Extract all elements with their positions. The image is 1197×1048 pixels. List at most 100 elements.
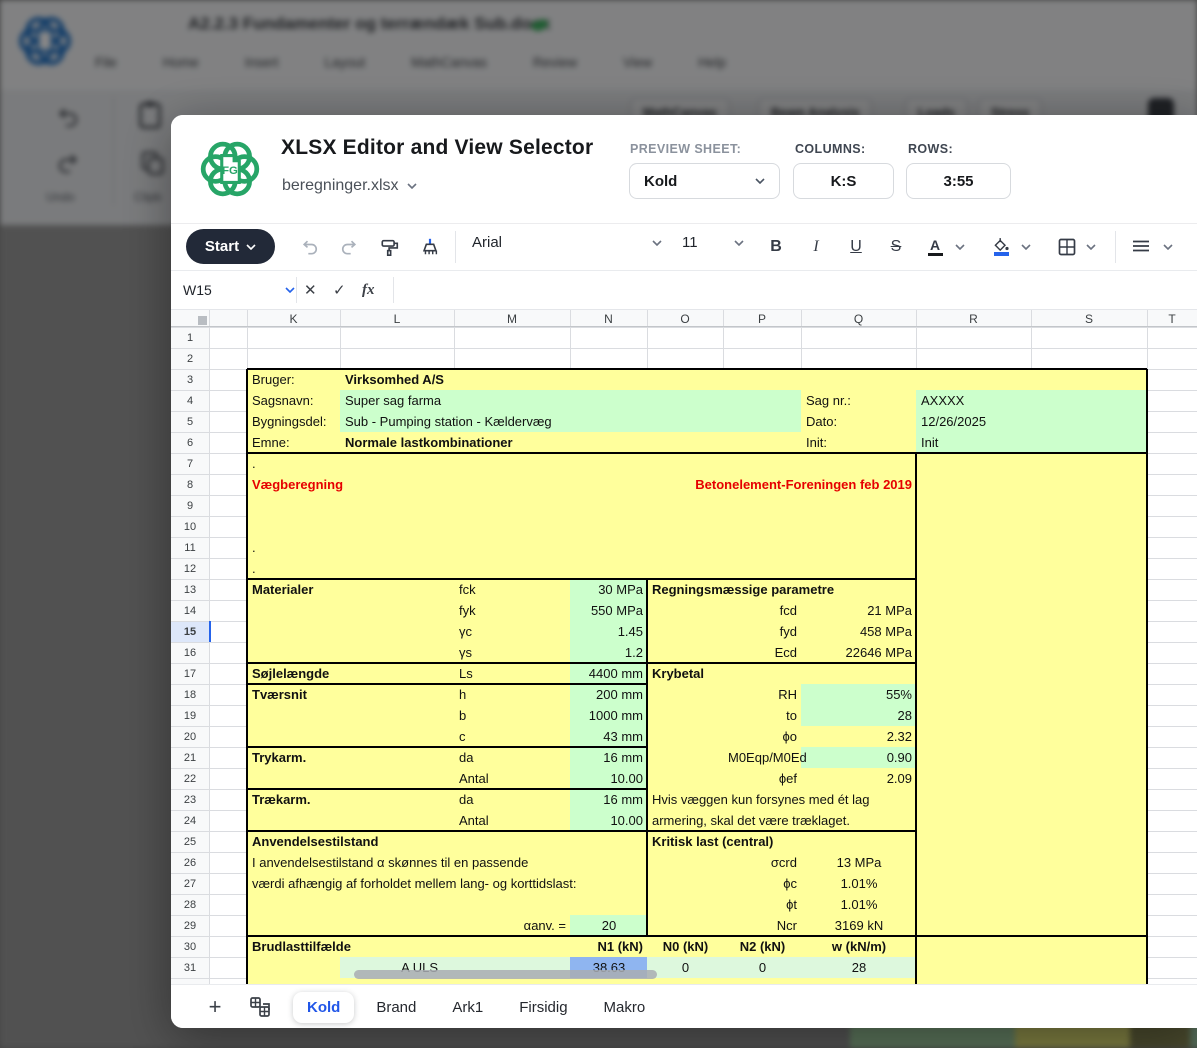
sheet-tabs: Kold Brand Ark1 Firsidig Makro [293,992,659,1023]
gridline-h [171,348,1197,349]
horizontal-scrollbar[interactable] [354,970,657,979]
section-border-h [247,746,647,748]
columns-input[interactable]: K:S [793,163,894,199]
row-header-29[interactable]: 29 [171,915,209,936]
sheet-tab-ark1[interactable]: Ark1 [438,992,497,1023]
row-header-9[interactable]: 9 [171,495,209,516]
sheet-tab-makro[interactable]: Makro [590,992,660,1023]
row-header-6[interactable]: 6 [171,432,209,453]
row-header-1[interactable]: 1 [171,327,209,348]
row-header-31[interactable]: 31 [171,957,209,978]
font-size-value: 11 [682,234,698,251]
cell-M19: b [454,707,470,724]
row-header-21[interactable]: 21 [171,747,209,768]
row-header-25[interactable]: 25 [171,831,209,852]
undo-button[interactable] [298,235,322,259]
cell-P18: RH [723,686,801,703]
rows-input[interactable]: 3:55 [906,163,1011,199]
fill-color-button[interactable] [989,235,1013,259]
bold-button[interactable]: B [764,235,788,259]
col-header-S[interactable]: S [1031,310,1147,327]
row-header-2[interactable]: 2 [171,348,209,369]
cell-L3: Virksomhed A/S [340,371,448,388]
col-header-J[interactable] [209,310,247,327]
redo-button[interactable] [337,235,361,259]
cell-P14: fcd [723,602,801,619]
spreadsheet-grid[interactable]: KLMNOPQRST123456789101112131415161718192… [171,310,1197,984]
row-header-14[interactable]: 14 [171,600,209,621]
row-header-19[interactable]: 19 [171,705,209,726]
row-header-15[interactable]: 15 [171,621,209,642]
cell-M13: fck [454,581,480,598]
all-sheets-icon[interactable] [249,996,271,1018]
row-header-13[interactable]: 13 [171,579,209,600]
row-header-3[interactable]: 3 [171,369,209,390]
row-header-4[interactable]: 4 [171,390,209,411]
format-painter-icon[interactable] [378,235,402,259]
col-header-Q[interactable]: Q [801,310,916,327]
row-header-30[interactable]: 30 [171,936,209,957]
start-menu-button[interactable]: Start [186,229,275,264]
confirm-entry-button[interactable]: ✓ [333,277,346,303]
text-color-button[interactable]: A [923,235,947,259]
row-header-24[interactable]: 24 [171,810,209,831]
col-header-M[interactable]: M [454,310,570,327]
cell-N20: 43 mm [570,728,647,745]
select-all-corner[interactable] [171,310,209,327]
cell-P29: Ncr [723,917,801,934]
cell-M17: Ls [454,665,477,682]
col-header-N[interactable]: N [570,310,647,327]
row-header-18[interactable]: 18 [171,684,209,705]
text-color-dropdown[interactable] [953,235,967,259]
cell-reference: W15 [183,282,212,298]
row-header-5[interactable]: 5 [171,411,209,432]
cell-M18: h [454,686,470,703]
col-header-O[interactable]: O [647,310,723,327]
cell-Q22: 2.09 [801,770,916,787]
row-header-26[interactable]: 26 [171,852,209,873]
strikethrough-button[interactable]: S [884,235,908,259]
col-header-T[interactable]: T [1147,310,1197,327]
row-header-20[interactable]: 20 [171,726,209,747]
align-button[interactable] [1129,235,1153,259]
clear-format-broom-icon[interactable] [418,235,442,259]
cell-Q29: 3169 kN [801,917,916,934]
formula-input[interactable] [403,277,1187,303]
italic-button[interactable]: I [804,235,828,259]
cell-Q14: 21 MPa [801,602,916,619]
col-header-R[interactable]: R [916,310,1031,327]
fill-color-dropdown[interactable] [1019,235,1033,259]
row-header-28[interactable]: 28 [171,894,209,915]
align-dropdown[interactable] [1161,235,1175,259]
section-border-h [247,368,1147,370]
borders-button[interactable] [1055,235,1079,259]
row-header-10[interactable]: 10 [171,516,209,537]
row-header-17[interactable]: 17 [171,663,209,684]
row-header-16[interactable]: 16 [171,642,209,663]
cancel-entry-button[interactable]: ✕ [304,277,317,303]
row-header-22[interactable]: 22 [171,768,209,789]
row-header-8[interactable]: 8 [171,474,209,495]
add-sheet-button[interactable]: + [203,994,227,1020]
row-header-7[interactable]: 7 [171,453,209,474]
col-header-L[interactable]: L [340,310,454,327]
col-header-K[interactable]: K [247,310,340,327]
borders-dropdown[interactable] [1084,235,1098,259]
cell-M22: Antal [454,770,493,787]
font-size-select[interactable]: 11 [682,234,744,251]
insert-function-button[interactable]: fx [362,277,375,303]
row-header-23[interactable]: 23 [171,789,209,810]
col-header-P[interactable]: P [723,310,801,327]
sheet-tab-brand[interactable]: Brand [362,992,430,1023]
sheet-tab-firsidig[interactable]: Firsidig [505,992,581,1023]
preview-sheet-select[interactable]: Kold [629,163,780,199]
sheet-tab-kold[interactable]: Kold [293,992,354,1023]
row-header-12[interactable]: 12 [171,558,209,579]
cell-M16: γs [454,644,476,661]
file-selector[interactable]: beregninger.xlsx [282,177,417,195]
row-header-11[interactable]: 11 [171,537,209,558]
font-family-select[interactable]: Arial [472,234,662,251]
cell-name-box[interactable]: W15 [177,277,301,303]
underline-button[interactable]: U [844,235,868,259]
row-header-27[interactable]: 27 [171,873,209,894]
